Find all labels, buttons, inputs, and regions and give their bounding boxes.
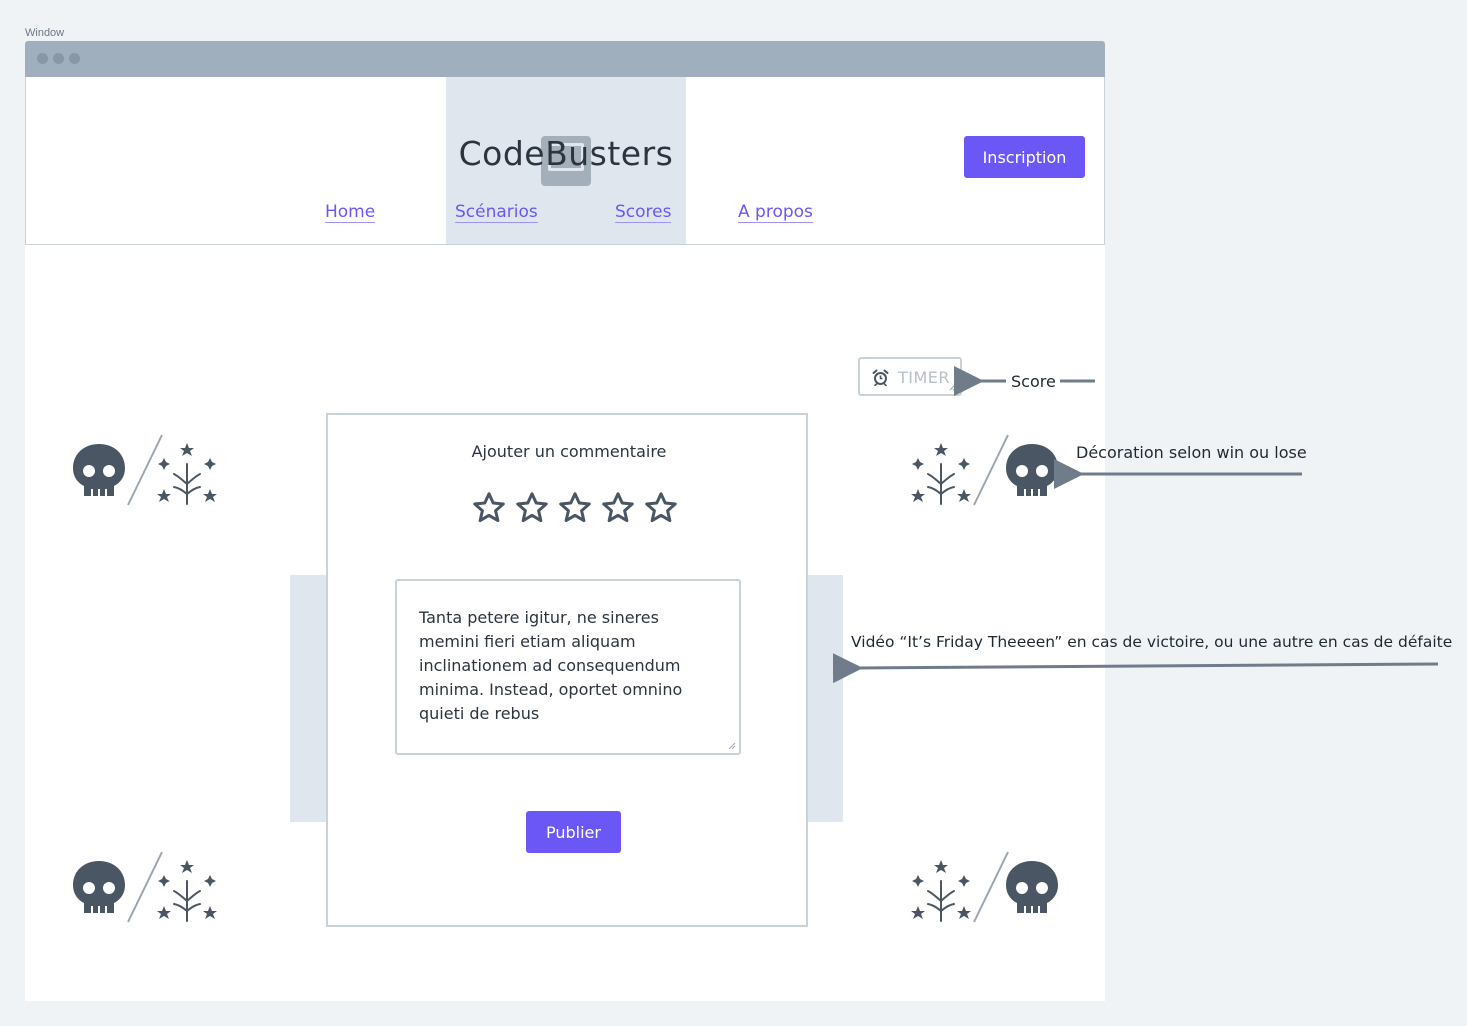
annotation-decoration: Décoration selon win ou lose [1076, 443, 1307, 462]
annotation-score: Score [1011, 372, 1056, 391]
video-arrow [832, 653, 1439, 684]
annotation-video: Vidéo “It’s Friday Theeeen” en cas de vi… [851, 633, 1453, 651]
annotation-arrows [832, 366, 1439, 684]
